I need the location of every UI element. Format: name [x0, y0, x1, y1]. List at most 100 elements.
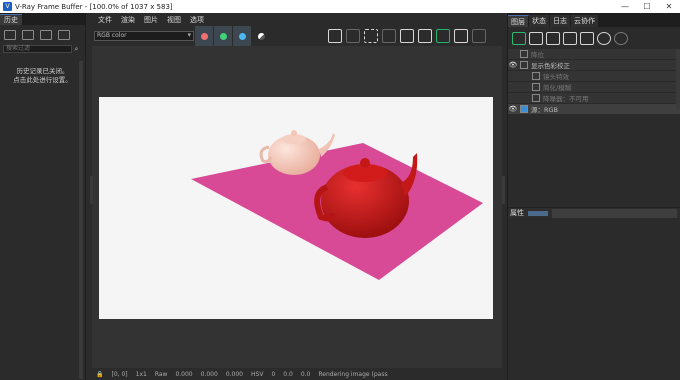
tab-stats[interactable]: 状态 — [529, 15, 550, 27]
value-1: 0.000 — [175, 370, 193, 378]
menu-view[interactable]: 视图 — [167, 15, 181, 25]
interactive-render-icon[interactable] — [418, 29, 432, 43]
menu-render[interactable]: 渲染 — [121, 15, 135, 25]
layer-label: 降噪器：不可用 — [543, 95, 589, 103]
region-render-icon[interactable] — [364, 29, 378, 43]
alpha-channel-button[interactable] — [252, 26, 270, 46]
properties-splitter[interactable] — [528, 210, 548, 216]
red-channel-button[interactable] — [195, 26, 213, 46]
properties-label: 属性 — [510, 209, 524, 217]
alpha-icon — [257, 32, 265, 40]
close-button[interactable]: ✕ — [658, 0, 680, 13]
track-mouse-icon[interactable] — [382, 29, 396, 43]
green-dot-icon — [219, 32, 227, 40]
properties-field[interactable] — [552, 208, 677, 218]
history-scrollbar[interactable] — [79, 61, 83, 379]
blue-channel-button[interactable] — [233, 26, 251, 46]
history-message-text: 历史记录已关闭。 点击此处进行设置。 — [13, 67, 72, 84]
tab-log[interactable]: 日志 — [550, 15, 571, 27]
create-layer-icon[interactable] — [512, 31, 526, 45]
value-2: 0.000 — [200, 370, 218, 378]
main-toolbar: RGB color — [92, 26, 502, 46]
right-panel-collapse-handle[interactable] — [502, 176, 505, 204]
save-image-icon[interactable] — [328, 29, 342, 43]
maximize-button[interactable]: ☐ — [636, 0, 658, 13]
right-tabs: 图层 状态 日志 云协作 — [508, 13, 680, 27]
status-bar: 🔒 [0, 0] 1x1 Raw 0.000 0.000 0.000 HSV 0… — [92, 368, 502, 380]
undo-icon[interactable] — [597, 31, 611, 45]
layer-row[interactable]: 👁 源：RGB — [508, 104, 680, 115]
compare-icon[interactable] — [22, 30, 34, 40]
render-viewport[interactable] — [92, 46, 502, 368]
tab-cloud[interactable]: 云协作 — [571, 15, 599, 27]
save-all-icon[interactable] — [346, 29, 360, 43]
layer-row[interactable]: 👁 显示色彩校正 — [508, 60, 680, 71]
load-icon[interactable] — [40, 30, 52, 40]
pixel-coords: [0, 0] — [111, 370, 128, 378]
layer-visibility-icon[interactable]: 👁 — [508, 61, 518, 69]
properties-header: 属性 — [508, 207, 680, 218]
history-disabled-message[interactable]: 历史记录已关闭。 点击此处进行设置。 — [0, 67, 85, 85]
minimize-button[interactable]: — — [614, 0, 636, 13]
mode-label[interactable]: Raw — [155, 371, 168, 378]
follow-mouse-icon[interactable] — [400, 29, 414, 43]
title-bar: V V-Ray Frame Buffer - [100.0% of 1037 x… — [0, 0, 680, 13]
layer-row[interactable]: 简化/模糊 — [508, 82, 680, 93]
tab-layers[interactable]: 图层 — [508, 15, 529, 27]
tab-history[interactable]: 历史 — [0, 14, 22, 25]
menu-file[interactable]: 文件 — [98, 15, 112, 25]
redo-icon[interactable] — [614, 31, 628, 45]
hue-value: 0 — [271, 370, 276, 378]
green-channel-button[interactable] — [214, 26, 232, 46]
layer-type-icon — [520, 105, 528, 113]
lock-icon[interactable]: 🔒 — [96, 371, 103, 378]
channel-select[interactable]: RGB color — [94, 31, 194, 41]
layer-label: 降位 — [531, 51, 544, 59]
history-tab-header: 历史 — [0, 13, 85, 25]
history-search: 搜索过滤 ⌕ — [3, 45, 81, 53]
value-3: 0.000 — [225, 370, 243, 378]
layers-scrollbar[interactable] — [676, 49, 680, 109]
rendered-image[interactable] — [99, 97, 493, 319]
layer-type-icon — [532, 94, 540, 102]
layer-type-icon — [520, 50, 528, 58]
menu-options[interactable]: 选项 — [190, 15, 204, 25]
history-panel: 历史 搜索过滤 ⌕ 历史记录已关闭。 点击此处进行设置。 — [0, 13, 86, 380]
window-title: V-Ray Frame Buffer - [100.0% of 1037 x 5… — [15, 2, 173, 11]
layer-label: 镜头特效 — [543, 73, 569, 81]
color-mode-select[interactable]: HSV — [251, 371, 263, 378]
search-icon[interactable]: ⌕ — [72, 45, 81, 53]
history-toolbar — [0, 25, 85, 45]
layer-row[interactable]: 降噪器：不可用 — [508, 93, 680, 104]
zoom-select[interactable]: 1x1 — [136, 371, 147, 378]
layer-label: 源：RGB — [531, 106, 559, 114]
save-history-icon[interactable] — [4, 30, 16, 40]
layers-panel: 图层 状态 日志 云协作 降位 👁 显示色彩校正 镜头特效 简化/模糊 降噪器：… — [507, 13, 680, 380]
render-scene — [191, 130, 483, 280]
delete-layer-icon[interactable] — [529, 31, 543, 45]
render-status: Rendering image (pass — [318, 370, 388, 378]
layer-list-icon[interactable] — [580, 31, 594, 45]
layer-type-icon — [532, 83, 540, 91]
vray-logo-icon: V — [3, 2, 12, 11]
layer-visibility-icon[interactable]: 👁 — [508, 105, 518, 113]
sat-value: 0.0 — [283, 370, 293, 378]
layer-row[interactable]: 镜头特效 — [508, 71, 680, 82]
render-icon[interactable] — [436, 29, 450, 43]
menu-bar: 文件 渲染 图片 视图 选项 — [92, 13, 502, 26]
left-panel-collapse-handle[interactable] — [90, 176, 93, 204]
teapot-render-icon[interactable] — [472, 29, 486, 43]
blue-dot-icon — [238, 32, 246, 40]
export-icon[interactable] — [58, 30, 70, 40]
search-input[interactable]: 搜索过滤 — [3, 45, 72, 53]
stop-render-icon[interactable] — [454, 29, 468, 43]
layers-toolbar — [508, 27, 680, 49]
save-layers-icon[interactable] — [546, 31, 560, 45]
load-layers-icon[interactable] — [563, 31, 577, 45]
layer-type-icon — [520, 61, 528, 69]
menu-image[interactable]: 图片 — [144, 15, 158, 25]
red-dot-icon — [200, 32, 208, 40]
layer-label: 显示色彩校正 — [531, 62, 570, 70]
layer-label: 简化/模糊 — [543, 84, 572, 92]
layer-row[interactable]: 降位 — [508, 49, 680, 60]
